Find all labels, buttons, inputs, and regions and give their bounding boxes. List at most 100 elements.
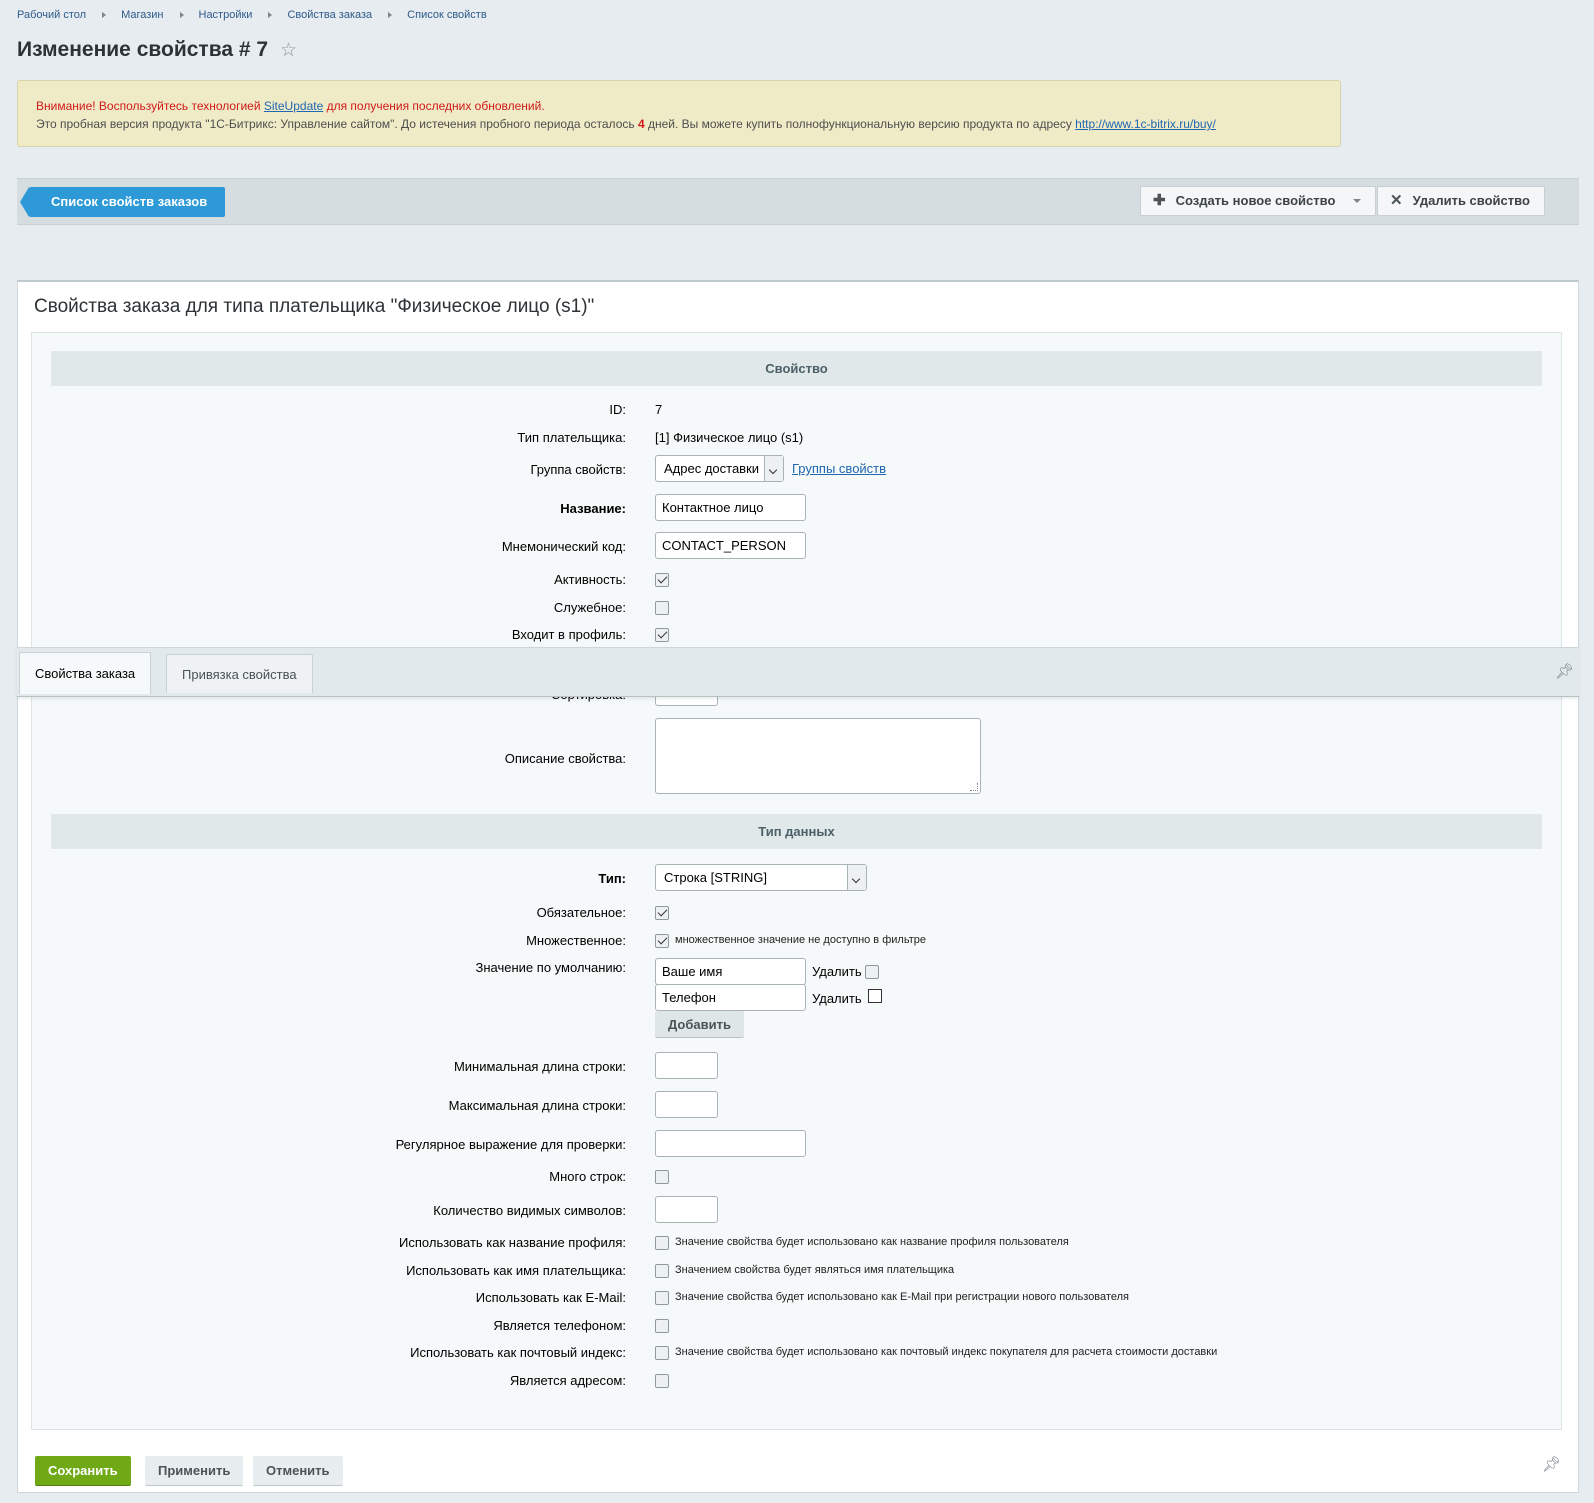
required-checkbox[interactable]: [655, 906, 669, 920]
delete-property-button[interactable]: ✕ Удалить свойство: [1377, 186, 1545, 216]
property-group-label: Группа свойств:: [530, 462, 626, 477]
create-property-button[interactable]: ✚ Создать новое свойство: [1140, 186, 1377, 216]
close-icon: ✕: [1390, 192, 1403, 209]
service-label: Служебное:: [553, 600, 626, 615]
section-header-data-type: Тип данных: [51, 814, 1542, 849]
payer-type-value: [1] Физическое лицо (s1): [655, 430, 804, 445]
payer-name-checkbox[interactable]: [655, 1264, 669, 1278]
delete-value-label: Удалить: [812, 991, 862, 1006]
trial-notice: Это пробная версия продукта "1С-Битрикс:…: [36, 115, 1322, 133]
star-icon[interactable]: ☆: [280, 39, 297, 62]
form-heading: Свойства заказа для типа плательщика "Фи…: [34, 296, 595, 317]
cancel-button[interactable]: Отменить: [253, 1456, 343, 1486]
chevron-down-icon[interactable]: [1353, 199, 1362, 203]
chevron-down-icon: [847, 865, 866, 890]
visible-chars-label: Количество видимых символов:: [433, 1203, 626, 1218]
default-value-input[interactable]: Телефон: [655, 984, 806, 1011]
update-warning: Внимание! Воспользуйтесь технологией Sit…: [36, 97, 1322, 115]
breadcrumb-item[interactable]: Список свойств: [407, 9, 487, 21]
email-checkbox[interactable]: [655, 1291, 669, 1305]
pin-icon[interactable]: 📌︎: [1555, 662, 1574, 680]
min-length-label: Минимальная длина строки:: [453, 1059, 626, 1074]
max-length-input[interactable]: [655, 1091, 718, 1118]
multiline-label: Много строк:: [549, 1169, 626, 1184]
chevron-right-icon: [179, 12, 184, 18]
plus-icon: ✚: [1153, 192, 1166, 209]
siteupdate-link[interactable]: SiteUpdate: [264, 99, 323, 113]
regex-label: Регулярное выражение для проверки:: [395, 1137, 626, 1152]
max-length-label: Максимальная длина строки:: [448, 1098, 626, 1113]
type-selected: Строка [STRING]: [664, 870, 767, 885]
apply-button[interactable]: Применить: [145, 1456, 244, 1486]
phone-checkbox[interactable]: [655, 1319, 669, 1333]
service-checkbox[interactable]: [655, 601, 669, 615]
code-input[interactable]: CONTACT_PERSON: [655, 532, 806, 559]
visible-chars-input[interactable]: [655, 1196, 718, 1223]
delete-value-label: Удалить: [812, 964, 862, 979]
address-label: Является адресом:: [509, 1373, 626, 1388]
type-select[interactable]: Строка [STRING]: [655, 864, 867, 891]
id-label: ID:: [609, 402, 626, 417]
delete-value-checkbox[interactable]: [868, 989, 882, 1003]
zip-note: Значение свойства будет использовано как…: [675, 1346, 1218, 1358]
add-value-button[interactable]: Добавить: [655, 1011, 744, 1038]
chevron-right-icon: [388, 12, 393, 18]
breadcrumb-item[interactable]: Свойства заказа: [287, 9, 372, 21]
in-profile-checkbox[interactable]: [655, 628, 669, 642]
property-groups-link[interactable]: Группы свойств: [792, 461, 886, 476]
profile-name-label: Использовать как название профиля:: [399, 1235, 626, 1250]
breadcrumb-item[interactable]: Магазин: [121, 9, 163, 21]
trial-days: 4: [637, 117, 645, 131]
breadcrumb-item[interactable]: Настройки: [199, 9, 253, 21]
profile-name-checkbox[interactable]: [655, 1236, 669, 1250]
context-toolbar: Список свойств заказов ✚ Создать новое с…: [17, 178, 1579, 225]
tab-bar: Свойства заказа Привязка свойства 📌︎: [17, 647, 1579, 697]
multiple-checkbox[interactable]: [655, 934, 669, 948]
chevron-right-icon: [268, 12, 273, 18]
breadcrumb-item[interactable]: Рабочий стол: [17, 9, 86, 21]
zip-checkbox[interactable]: [655, 1346, 669, 1360]
multiple-label: Множественное:: [526, 933, 626, 948]
trial-alert: Внимание! Воспользуйтесь технологией Sit…: [17, 80, 1341, 147]
email-note: Значение свойства будет использовано как…: [675, 1291, 1129, 1303]
multiline-checkbox[interactable]: [655, 1170, 669, 1184]
zip-label: Использовать как почтовый индекс:: [410, 1345, 626, 1360]
delete-property-label: Удалить свойство: [1412, 193, 1530, 208]
regex-input[interactable]: [655, 1130, 806, 1157]
payer-type-label: Тип плательщика:: [517, 430, 626, 445]
in-profile-label: Входит в профиль:: [511, 627, 626, 642]
name-input[interactable]: Контактное лицо: [655, 494, 806, 521]
phone-label: Является телефоном:: [493, 1318, 626, 1333]
warning-text-suffix: для получения последних обновлений.: [323, 99, 545, 113]
create-property-label: Создать новое свойство: [1175, 193, 1336, 208]
active-label: Активность:: [554, 572, 626, 587]
email-label: Использовать как E-Mail:: [475, 1290, 626, 1305]
warning-text: Внимание! Воспользуйтесь технологией: [36, 99, 264, 113]
save-button[interactable]: Сохранить: [35, 1456, 131, 1486]
property-group-selected: Адрес доставки: [664, 461, 760, 476]
code-label: Мнемонический код:: [501, 539, 626, 554]
description-label: Описание свойства:: [504, 751, 626, 766]
page-title-text: Изменение свойства # 7: [17, 38, 269, 61]
section-header-property: Свойство: [51, 351, 1542, 386]
default-value-label: Значение по умолчанию:: [475, 960, 626, 975]
edit-form: Свойства заказа для типа плательщика "Фи…: [17, 280, 1579, 1493]
default-value-input[interactable]: Ваше имя: [655, 958, 806, 985]
payer-name-label: Использовать как имя плательщика:: [406, 1263, 626, 1278]
page-title: Изменение свойства # 7 ☆: [17, 38, 297, 62]
active-checkbox[interactable]: [655, 573, 669, 587]
property-group-select[interactable]: Адрес доставки: [655, 455, 784, 482]
delete-value-checkbox[interactable]: [865, 965, 879, 979]
min-length-input[interactable]: [655, 1052, 718, 1079]
form-body: Свойство ID: 7 Тип плательщика: [1] Физи…: [31, 332, 1562, 1430]
order-properties-list-button[interactable]: Список свойств заказов: [19, 187, 226, 217]
pin-icon[interactable]: 📌︎: [1542, 1455, 1561, 1473]
buy-link[interactable]: http://www.1c-bitrix.ru/buy/: [1075, 117, 1216, 131]
resize-handle-icon[interactable]: [970, 783, 978, 791]
tab-property-binding[interactable]: Привязка свойства: [166, 654, 313, 693]
description-textarea[interactable]: [655, 718, 981, 794]
id-value: 7: [655, 402, 663, 417]
name-label: Название:: [560, 501, 626, 516]
address-checkbox[interactable]: [655, 1374, 669, 1388]
tab-order-properties[interactable]: Свойства заказа: [19, 652, 152, 694]
